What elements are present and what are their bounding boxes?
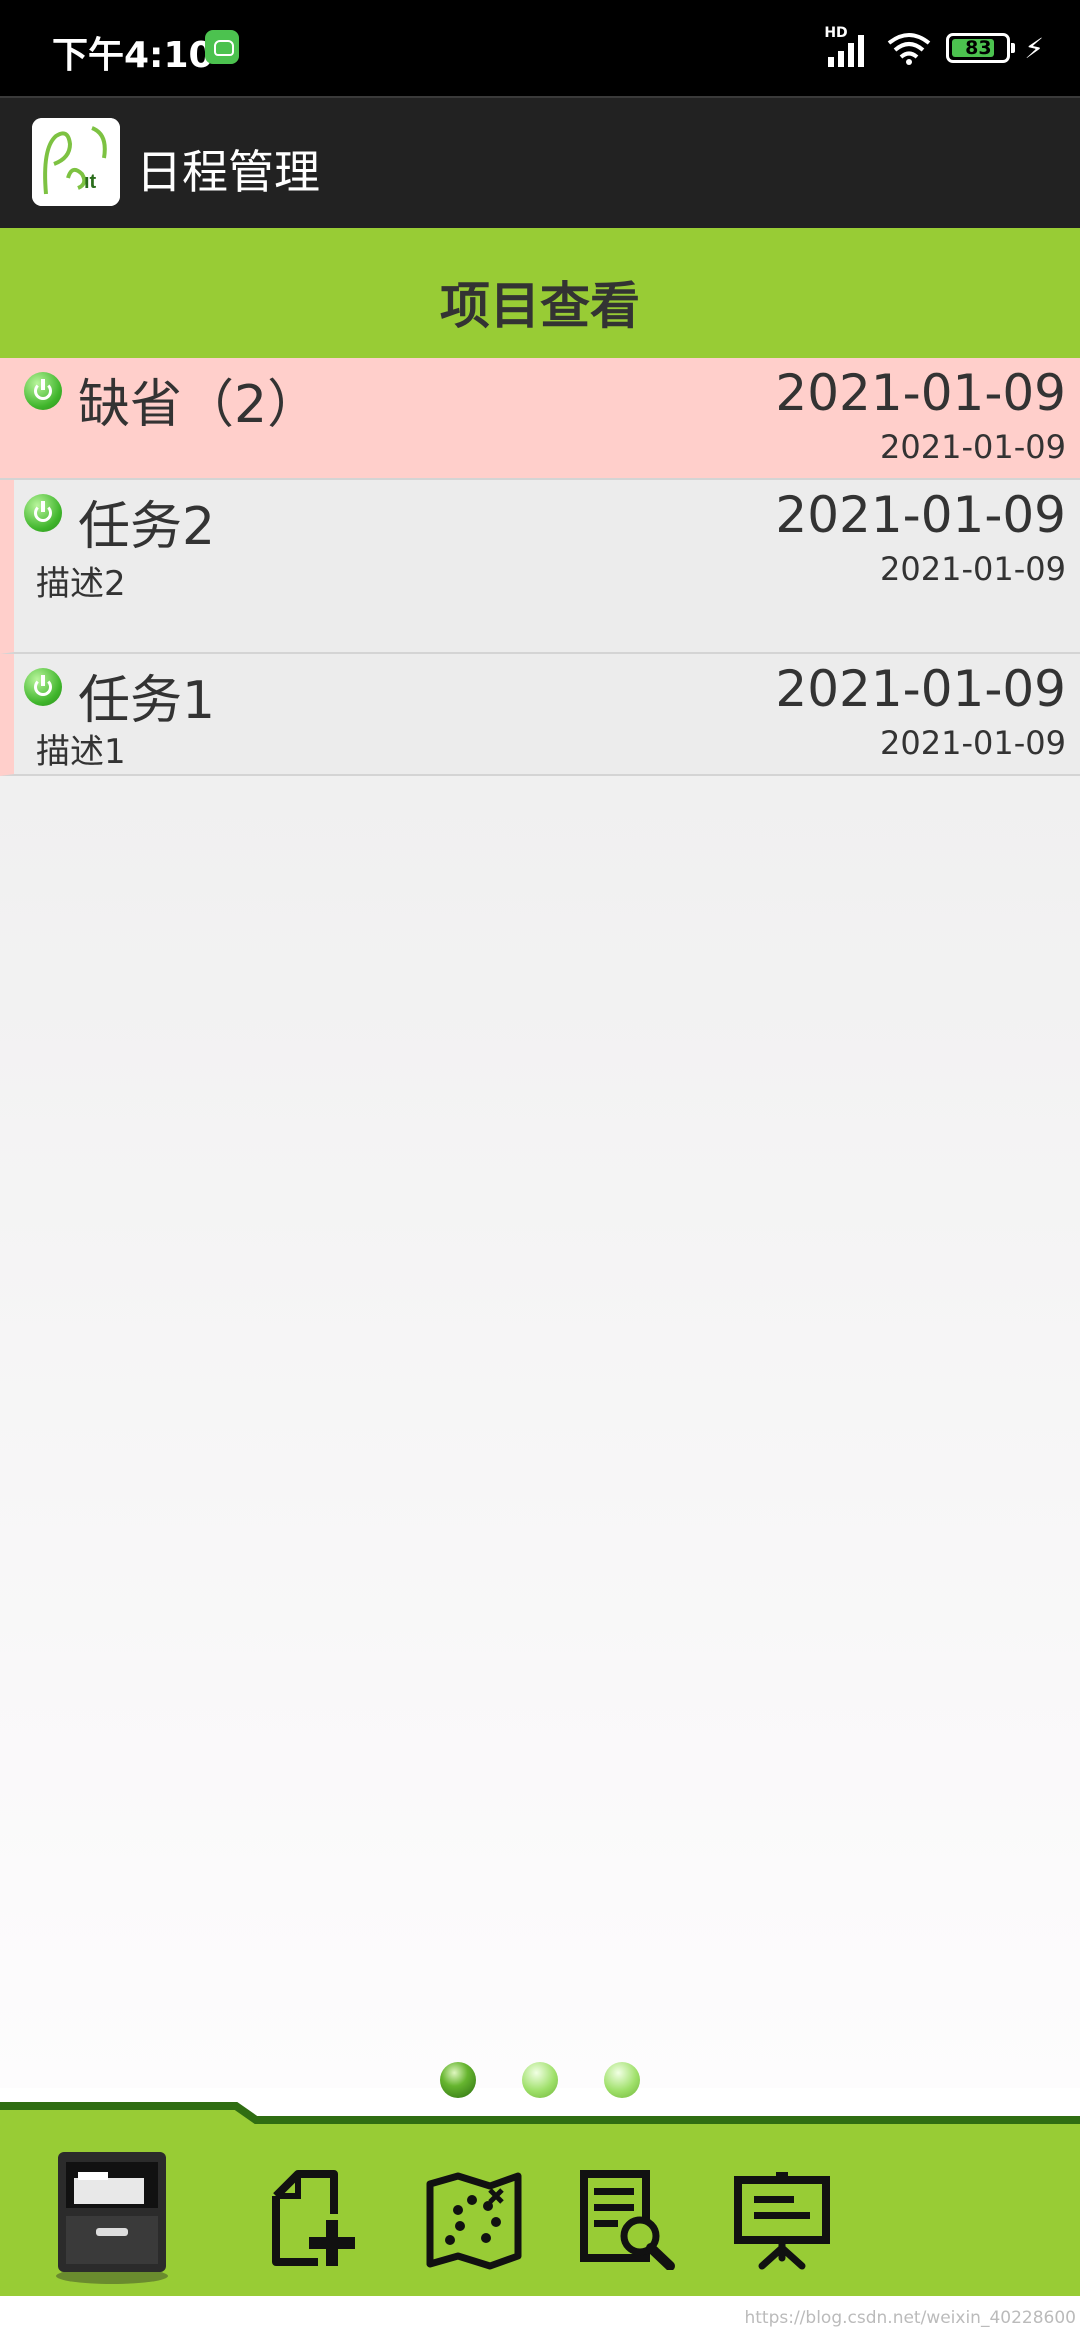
item-date: 2021-01-09	[775, 486, 1066, 544]
battery-level: 83	[965, 37, 992, 59]
section-header: 项目查看	[0, 228, 1080, 358]
item-sub-date: 2021-01-09	[880, 428, 1066, 466]
signal-icon: HD	[824, 25, 872, 67]
app-title: 日程管理	[136, 145, 320, 199]
cabinet-icon[interactable]	[52, 2148, 172, 2284]
section-title: 项目查看	[440, 277, 640, 335]
app-logo-icon[interactable]: ıt	[32, 118, 120, 206]
project-list: 缺省（2） 2021-01-09 2021-01-09 任务2 描述2 2021…	[0, 358, 1080, 2088]
presentation-icon[interactable]	[732, 2170, 832, 2270]
power-status-icon[interactable]	[24, 494, 62, 532]
map-icon[interactable]	[424, 2170, 524, 2270]
watermark: https://blog.csdn.net/weixin_40228600	[744, 2308, 1076, 2328]
wifi-icon	[886, 31, 932, 65]
battery-icon: 83	[946, 33, 1016, 63]
svg-text:ıt: ıt	[84, 171, 97, 193]
power-status-icon[interactable]	[24, 668, 62, 706]
item-name: 任务2	[78, 497, 216, 557]
item-description: 描述1	[36, 732, 126, 772]
app-bar: ıt 日程管理	[0, 96, 1080, 230]
item-sub-date: 2021-01-09	[880, 550, 1066, 588]
app-notification-icon	[205, 30, 239, 64]
status-bar: 下午4:10 HD 83 ⚡	[0, 0, 1080, 96]
network-label: HD	[824, 25, 848, 41]
item-name: 缺省（2）	[78, 375, 320, 435]
list-item-task1[interactable]: 任务1 描述1 2021-01-09 2021-01-09	[0, 654, 1080, 776]
item-sub-date: 2021-01-09	[880, 724, 1066, 762]
power-status-icon[interactable]	[24, 372, 62, 410]
list-item-default[interactable]: 缺省（2） 2021-01-09 2021-01-09	[0, 358, 1080, 480]
search-document-icon[interactable]	[578, 2170, 678, 2271]
page-dot[interactable]	[604, 2062, 640, 2098]
status-time: 下午4:10	[52, 35, 214, 76]
item-description: 描述2	[36, 564, 126, 604]
status-indicators: HD 83 ⚡	[824, 25, 1044, 68]
add-document-icon[interactable]	[264, 2170, 364, 2270]
page-dot[interactable]	[522, 2062, 558, 2098]
item-date: 2021-01-09	[775, 364, 1066, 422]
list-item-task2[interactable]: 任务2 描述2 2021-01-09 2021-01-09	[0, 480, 1080, 654]
charging-icon: ⚡	[1024, 31, 1044, 65]
item-name: 任务1	[78, 671, 216, 731]
page-dot-active[interactable]	[440, 2062, 476, 2098]
item-date: 2021-01-09	[775, 660, 1066, 718]
page-indicator	[0, 2062, 1080, 2102]
